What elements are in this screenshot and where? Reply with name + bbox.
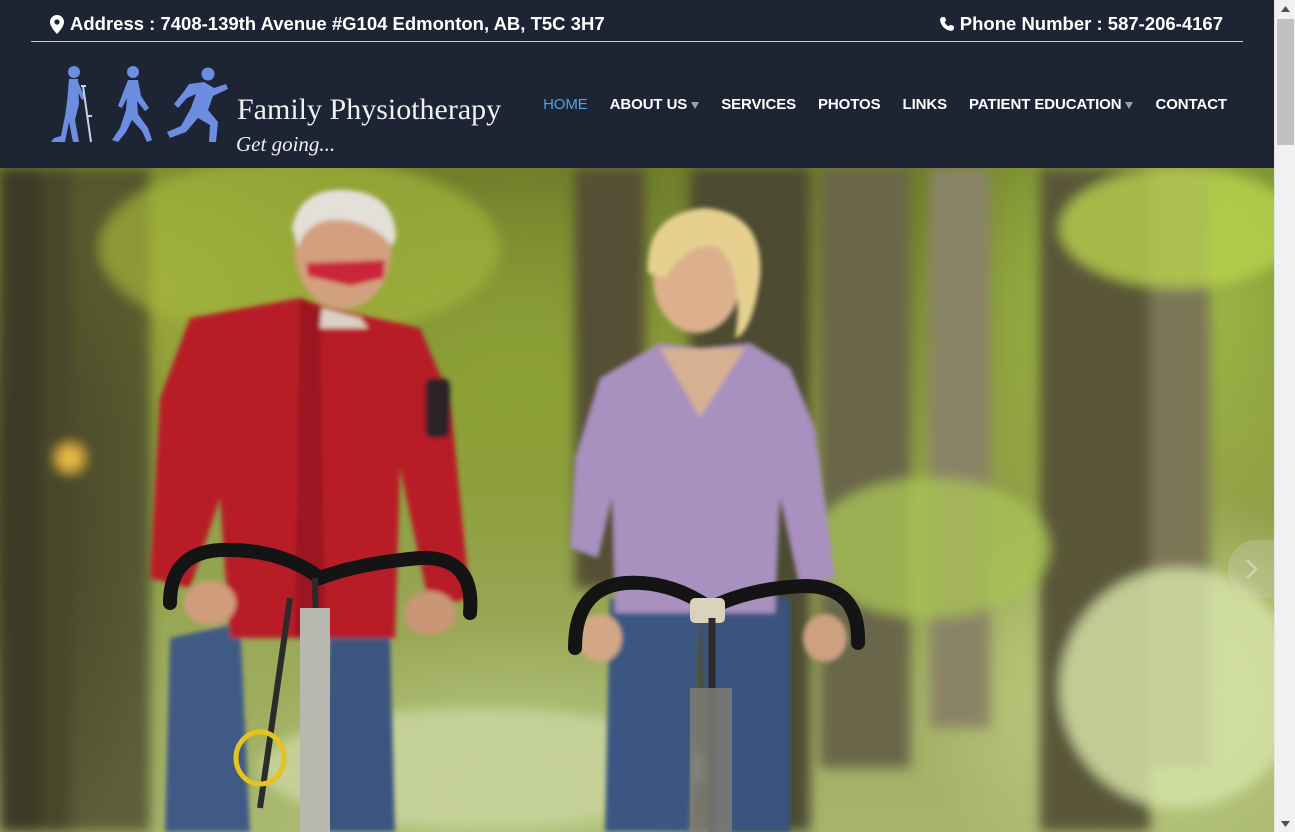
map-marker-icon [49, 14, 65, 34]
scroll-up-arrow-icon[interactable] [1275, 0, 1295, 17]
scrollbar-thumb[interactable] [1277, 19, 1294, 145]
address-text: Address : 7408-139th Avenue #G104 Edmont… [70, 13, 605, 34]
vertical-scrollbar[interactable] [1274, 0, 1295, 832]
phone-text[interactable]: Phone Number : 587-206-4167 [960, 12, 1223, 36]
caret-down-icon [1125, 101, 1134, 109]
logo-title: Family Physiotherapy [237, 93, 502, 126]
phone-info: Phone Number : 587-206-4167 [939, 12, 1223, 36]
nav-item-services[interactable]: SERVICES [721, 94, 796, 116]
couple-cycling-in-forest-photo [0, 168, 1274, 832]
nav-item-label: LINKS [902, 96, 948, 113]
logo-tagline: Get going... [236, 132, 336, 156]
site-header: Family Physiotherapy Get going... HOME A… [0, 42, 1274, 168]
walking-figures-logo [51, 66, 228, 143]
nav-item-label: PHOTOS [818, 96, 881, 113]
nav-item-label: HOME [543, 96, 588, 113]
site-logo[interactable]: Family Physiotherapy Get going... [48, 64, 518, 156]
nav-item-label: ABOUT US [609, 96, 688, 113]
top-info-bar: Address : 7408-139th Avenue #G104 Edmont… [0, 0, 1274, 42]
nav-item-patient-education[interactable]: PATIENT EDUCATION [969, 94, 1134, 116]
main-navigation: HOME ABOUT US SERVICES PHOTOS LINKS PATI… [543, 94, 1227, 116]
page: Address : 7408-139th Avenue #G104 Edmont… [0, 0, 1274, 832]
nav-item-label: CONTACT [1155, 96, 1227, 113]
phone-icon [939, 14, 955, 34]
caret-down-icon [691, 101, 700, 109]
nav-item-links[interactable]: LINKS [903, 94, 948, 116]
nav-item-contact[interactable]: CONTACT [1155, 94, 1227, 116]
scroll-down-arrow-icon[interactable] [1275, 815, 1295, 832]
nav-item-home[interactable]: HOME [543, 94, 588, 116]
nav-item-photos[interactable]: PHOTOS [818, 94, 881, 116]
hero-slider [0, 168, 1274, 832]
chevron-right-icon [1245, 558, 1258, 580]
address-info: Address : 7408-139th Avenue #G104 Edmont… [49, 12, 605, 36]
nav-item-label: PATIENT EDUCATION [969, 96, 1122, 113]
nav-item-label: SERVICES [721, 96, 797, 113]
nav-item-about-us[interactable]: ABOUT US [610, 94, 700, 116]
